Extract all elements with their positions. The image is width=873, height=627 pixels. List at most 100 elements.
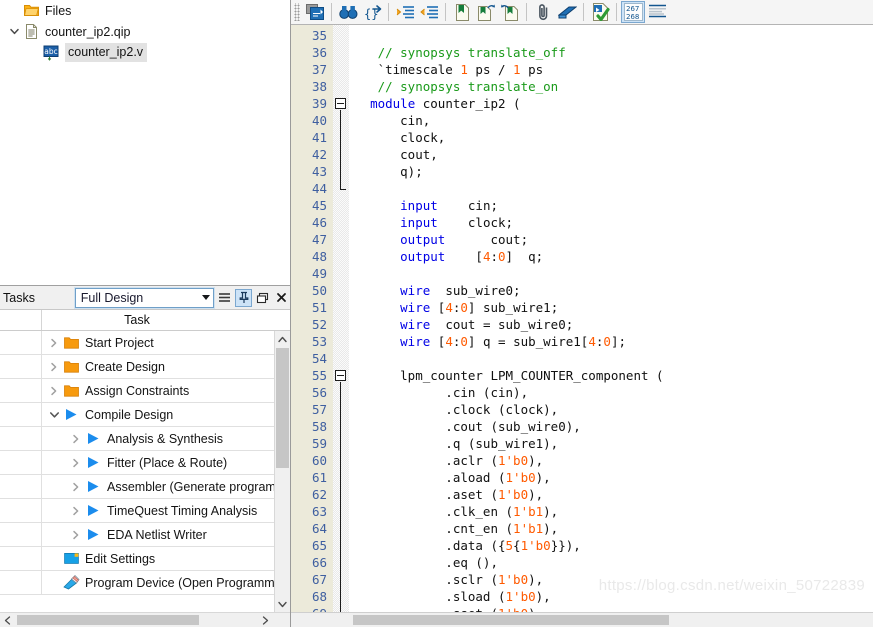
code-line[interactable]: output cout;	[355, 231, 873, 248]
code-line[interactable]: clock,	[355, 129, 873, 146]
code-line[interactable]	[355, 350, 873, 367]
task-row[interactable]: Fitter (Place & Route)	[0, 451, 290, 475]
code-area[interactable]: 35 36 37 38 39 40 41 42 43 44 45 46 47 48 49 50 51 52 53 54…	[291, 25, 873, 612]
code-token: ] q;	[505, 249, 544, 264]
bookmark-next-button[interactable]	[474, 1, 498, 23]
code-line[interactable]: .sclr (1'b0),	[355, 571, 873, 588]
code-line[interactable]: wire sub_wire0;	[355, 282, 873, 299]
task-row[interactable]: EDA Netlist Writer	[0, 523, 290, 547]
tasks-horizontal-scrollbar[interactable]	[0, 612, 290, 627]
code-line[interactable]: cout,	[355, 146, 873, 163]
code-line[interactable]: .clock (clock),	[355, 401, 873, 418]
chevron-right-icon[interactable]	[47, 338, 61, 348]
line-numbers-button[interactable]: 267 268	[621, 1, 645, 23]
code-line[interactable]: .aclr (1'b0),	[355, 452, 873, 469]
insert-template-button[interactable]	[303, 1, 327, 23]
code-line[interactable]: wire cout = sub_wire0;	[355, 316, 873, 333]
tasks-close-button[interactable]	[273, 289, 290, 307]
bookmark-toggle-button[interactable]	[450, 1, 474, 23]
code-line[interactable]: .sset (1'b0),	[355, 605, 873, 612]
code-line[interactable]: .aload (1'b0),	[355, 469, 873, 486]
code-line[interactable]: output [4:0] q;	[355, 248, 873, 265]
code-line[interactable]: .q (sub_wire1),	[355, 435, 873, 452]
goto-button[interactable]: {}	[360, 1, 384, 23]
code-line[interactable]: // synopsys translate_on	[355, 78, 873, 95]
scroll-right-icon[interactable]	[258, 615, 273, 625]
tasks-vertical-scrollbar[interactable]	[274, 331, 290, 612]
tasks-scroll-thumb[interactable]	[276, 348, 289, 468]
line-number: 45	[311, 198, 327, 213]
ink-button[interactable]	[555, 1, 579, 23]
task-row[interactable]: Compile Design	[0, 403, 290, 427]
task-row[interactable]: Program Device (Open Programme	[0, 571, 290, 595]
fold-collapse-icon[interactable]	[335, 370, 346, 381]
chevron-right-icon[interactable]	[47, 362, 61, 372]
decrease-indent-button[interactable]	[417, 1, 441, 23]
tasks-menu-button[interactable]	[216, 289, 233, 307]
task-row[interactable]: Assign Constraints	[0, 379, 290, 403]
code-line[interactable]: .sload (1'b0),	[355, 588, 873, 605]
tasks-pin-button[interactable]	[235, 288, 253, 307]
chevron-down-icon[interactable]	[47, 410, 61, 420]
code-line[interactable]: module counter_ip2 (	[355, 95, 873, 112]
task-row[interactable]: Assembler (Generate programming f	[0, 475, 290, 499]
analyze-file-button[interactable]	[588, 1, 612, 23]
task-row[interactable]: Edit Settings	[0, 547, 290, 571]
tree-item-qip[interactable]: counter_ip2.qip	[0, 21, 290, 42]
code-line[interactable]: .eq (),	[355, 554, 873, 571]
scroll-down-icon[interactable]	[275, 596, 290, 612]
code-text[interactable]: // synopsys translate_off `timescale 1 p…	[349, 25, 873, 612]
tasks-table-header: Task	[0, 310, 290, 331]
bookmark-prev-button[interactable]	[498, 1, 522, 23]
tasks-list[interactable]: Start Project Create Design Assign Const…	[0, 331, 290, 612]
find-button[interactable]	[336, 1, 360, 23]
scroll-up-icon[interactable]	[275, 331, 290, 347]
code-line[interactable]	[355, 27, 873, 44]
code-line[interactable]: // synopsys translate_off	[355, 44, 873, 61]
chevron-down-icon[interactable]	[6, 24, 22, 40]
chevron-right-icon[interactable]	[69, 506, 83, 516]
code-line[interactable]	[355, 265, 873, 282]
chevron-right-icon[interactable]	[69, 530, 83, 540]
chevron-right-icon[interactable]	[69, 434, 83, 444]
fold-range-line	[340, 110, 341, 189]
tree-item-verilog[interactable]: abc counter_ip2.v	[0, 42, 290, 63]
editor-horizontal-scrollbar[interactable]	[291, 612, 873, 627]
attach-button[interactable]	[531, 1, 555, 23]
code-line[interactable]: wire [4:0] q = sub_wire1[4:0];	[355, 333, 873, 350]
code-line[interactable]: input clock;	[355, 214, 873, 231]
increase-indent-button[interactable]	[393, 1, 417, 23]
code-line[interactable]: input cin;	[355, 197, 873, 214]
code-line[interactable]: .cin (cin),	[355, 384, 873, 401]
code-folding-column[interactable]	[333, 25, 349, 612]
chevron-right-icon[interactable]	[69, 482, 83, 492]
code-line[interactable]: cin,	[355, 112, 873, 129]
chevron-right-icon[interactable]	[69, 458, 83, 468]
task-row[interactable]: TimeQuest Timing Analysis	[0, 499, 290, 523]
code-line[interactable]: .clk_en (1'b1),	[355, 503, 873, 520]
code-token: // synopsys translate_off	[377, 45, 566, 60]
task-row[interactable]: Analysis & Synthesis	[0, 427, 290, 451]
tasks-hscroll-thumb[interactable]	[17, 615, 199, 625]
files-root-row[interactable]: Files	[0, 0, 290, 21]
tasks-restore-button[interactable]	[254, 289, 271, 307]
code-line[interactable]: `timescale 1 ps / 1 ps	[355, 61, 873, 78]
show-whitespace-button[interactable]	[645, 1, 669, 23]
code-line[interactable]: .cout (sub_wire0),	[355, 418, 873, 435]
code-line[interactable]: lpm_counter LPM_COUNTER_component (	[355, 367, 873, 384]
code-line[interactable]: .cnt_en (1'b1),	[355, 520, 873, 537]
code-line[interactable]: wire [4:0] sub_wire1;	[355, 299, 873, 316]
chevron-right-icon[interactable]	[47, 386, 61, 396]
code-line[interactable]	[355, 180, 873, 197]
code-line[interactable]: q);	[355, 163, 873, 180]
editor-hscroll-thumb[interactable]	[353, 615, 669, 625]
flow-select[interactable]: Full Design	[73, 286, 216, 309]
task-row[interactable]: Start Project	[0, 331, 290, 355]
scroll-left-icon[interactable]	[0, 615, 15, 625]
line-number: 37	[311, 62, 327, 77]
fold-collapse-icon[interactable]	[335, 98, 346, 109]
toolbar-grip[interactable]	[294, 3, 300, 21]
task-row[interactable]: Create Design	[0, 355, 290, 379]
code-line[interactable]: .aset (1'b0),	[355, 486, 873, 503]
code-line[interactable]: .data ({5{1'b0}}),	[355, 537, 873, 554]
